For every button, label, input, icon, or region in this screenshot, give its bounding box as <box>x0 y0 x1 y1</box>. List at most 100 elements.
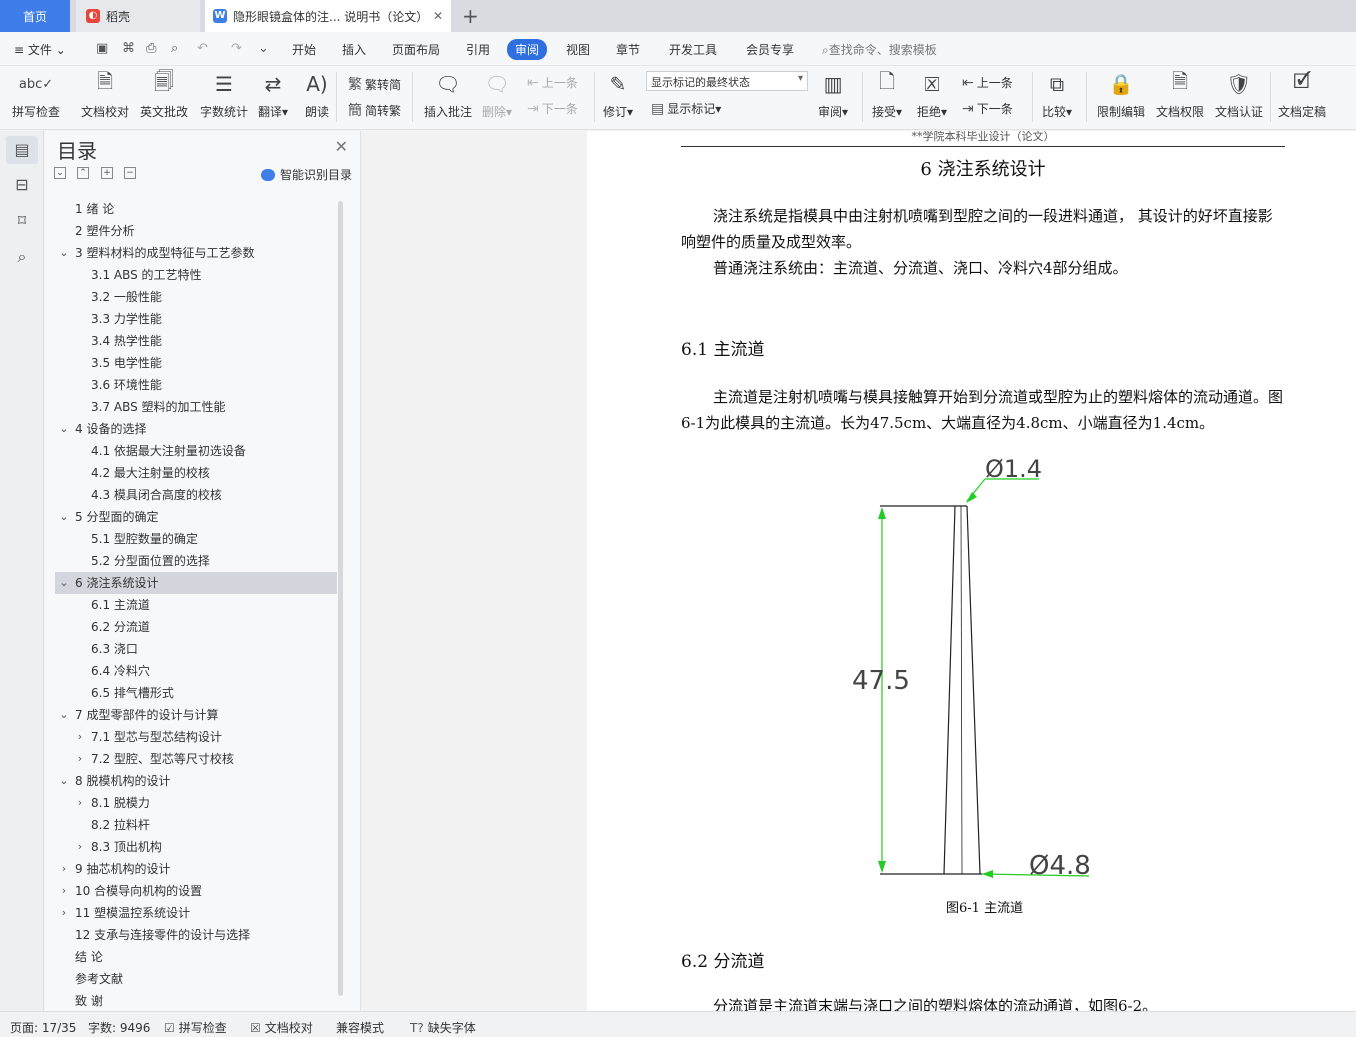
toc-item[interactable]: 5.2 分型面位置的选择 <box>55 550 337 572</box>
toc-item[interactable]: ⌄ 7 成型零部件的设计与计算 <box>55 704 337 726</box>
toc-item[interactable]: 3.7 ABS 塑料的加工性能 <box>55 396 337 418</box>
restrict-edit-button[interactable]: 🔒 限制编辑 <box>1097 70 1145 120</box>
word-count[interactable]: 字数: 9496 <box>88 1019 150 1036</box>
doc-finalize-button[interactable]: 🗹 文档定稿 <box>1278 69 1326 120</box>
insert-comment-button[interactable]: 🗨 插入批注 <box>424 70 472 120</box>
remove-heading-icon[interactable]: − <box>124 167 136 179</box>
chevron-down-icon[interactable]: ⌄ <box>59 704 69 726</box>
reject-button[interactable]: 🗵 拒绝▾ <box>917 70 947 120</box>
toc-scrollbar[interactable] <box>338 201 343 996</box>
collapse-all-icon[interactable]: ⌄ <box>54 167 66 179</box>
chevron-right-icon[interactable]: › <box>75 836 85 858</box>
toc-item[interactable]: 4.1 依据最大注射量初选设备 <box>55 440 337 462</box>
missing-font-status[interactable]: T? 缺失字体 <box>410 1019 476 1036</box>
new-tab-plus-icon[interactable]: + <box>462 4 479 28</box>
toc-item[interactable]: › 8.1 脱模力 <box>55 792 337 814</box>
chevron-down-icon[interactable]: ⌄ <box>59 572 69 594</box>
toc-item[interactable]: 致 谢 <box>55 990 337 1012</box>
word-count-button[interactable]: ☰ 字数统计 <box>200 70 248 120</box>
toc-item[interactable]: 6.1 主流道 <box>55 594 337 616</box>
menu-review[interactable]: 审阅 <box>507 39 548 60</box>
toc-item[interactable]: 5.1 型腔数量的确定 <box>55 528 337 550</box>
menu-vip[interactable]: 会员专享 <box>746 41 794 58</box>
toc-item[interactable]: 3.5 电学性能 <box>55 352 337 374</box>
toc-item[interactable]: 3.2 一般性能 <box>55 286 337 308</box>
toc-item[interactable]: 4.3 模具闭合高度的校核 <box>55 484 337 506</box>
trad-to-simp-button[interactable]: 繁繁转简 <box>348 74 401 94</box>
toc-item[interactable]: 结 论 <box>55 946 337 968</box>
menu-page-layout[interactable]: 页面布局 <box>392 41 440 58</box>
toc-item[interactable]: 3.6 环境性能 <box>55 374 337 396</box>
page-indicator[interactable]: 页面: 17/35 <box>10 1019 76 1036</box>
save-icon[interactable]: ▣ <box>96 41 108 56</box>
next-change-button[interactable]: ⇥ 下一条 <box>962 100 1013 117</box>
proof-status[interactable]: ☒ 文档校对 <box>250 1019 313 1036</box>
show-markup-button[interactable]: ▤ 显示标记 ▾ <box>651 100 721 117</box>
toc-item[interactable]: 2 塑件分析 <box>55 220 337 242</box>
bookmark-icon[interactable]: ⌑ <box>12 211 32 231</box>
close-tab-icon[interactable]: ✕ <box>433 9 443 23</box>
next-comment-button[interactable]: ⇥ 下一条 <box>527 100 578 117</box>
chevron-right-icon[interactable]: › <box>75 726 85 748</box>
document-page[interactable]: **学院本科毕业设计（论文） 6 浇注系统设计 浇注系统是指模具中由注射机喷嘴到… <box>587 131 1356 1011</box>
toc-item[interactable]: 3.4 热学性能 <box>55 330 337 352</box>
toc-item[interactable]: › 9 抽芯机构的设计 <box>55 858 337 880</box>
menu-section[interactable]: 章节 <box>616 41 640 58</box>
menu-references[interactable]: 引用 <box>466 41 490 58</box>
file-menu[interactable]: ≡ 文件 ⌄ <box>14 41 66 58</box>
doc-proof-button[interactable]: 🗎 文档校对 <box>81 69 129 120</box>
tab-document[interactable]: W 隐形眼镜盒体的注... 说明书（论文） ✕ <box>205 0 451 32</box>
chevron-right-icon[interactable]: › <box>59 858 69 880</box>
toc-item[interactable]: 6.4 冷料穴 <box>55 660 337 682</box>
spellcheck-button[interactable]: abc✓ 拼写检查 <box>12 70 60 120</box>
read-aloud-button[interactable]: A) 朗读 <box>304 70 330 120</box>
menu-start[interactable]: 开始 <box>292 41 316 58</box>
prev-comment-button[interactable]: ⇤ 上一条 <box>527 74 578 91</box>
toc-item[interactable]: 12 支承与连接零件的设计与选择 <box>55 924 337 946</box>
close-icon[interactable]: ✕ <box>335 137 348 156</box>
toc-item[interactable]: ⌄ 8 脱模机构的设计 <box>55 770 337 792</box>
add-heading-icon[interactable]: + <box>101 167 113 179</box>
chevron-down-icon[interactable]: ⌄ <box>59 418 69 440</box>
doc-cert-button[interactable]: 🛡 文档认证 <box>1215 70 1263 120</box>
chevron-right-icon[interactable]: › <box>59 902 69 924</box>
toc-item[interactable]: › 10 合模导向机构的设置 <box>55 880 337 902</box>
print-preview-icon[interactable]: ⌕ <box>171 41 178 56</box>
chapter-nav-icon[interactable]: ⊟ <box>12 175 32 195</box>
toc-item[interactable]: 6.2 分流道 <box>55 616 337 638</box>
toc-item[interactable]: 4.2 最大注射量的校核 <box>55 462 337 484</box>
chevron-right-icon[interactable]: › <box>75 748 85 770</box>
spellcheck-status[interactable]: ☑ 拼写检查 <box>164 1019 227 1036</box>
expand-icon[interactable]: ⌃ <box>77 167 89 179</box>
delete-comment-button[interactable]: 🗨 删除▾ <box>482 70 512 120</box>
toc-item[interactable]: 6.5 排气槽形式 <box>55 682 337 704</box>
toc-item[interactable]: › 11 塑模温控系统设计 <box>55 902 337 924</box>
toc-item[interactable]: 3.1 ABS 的工艺特性 <box>55 264 337 286</box>
accept-button[interactable]: 🗋 接受▾ <box>872 69 902 120</box>
print-icon[interactable]: ⎙ <box>146 41 156 56</box>
tab-daoke[interactable]: ◐ 稻壳 <box>76 0 200 32</box>
chevron-down-icon[interactable]: ⌄ <box>59 242 69 264</box>
prev-change-button[interactable]: ⇤ 上一条 <box>962 74 1013 91</box>
chevron-down-icon[interactable]: ⌄ <box>59 770 69 792</box>
menu-developer[interactable]: 开发工具 <box>669 41 717 58</box>
chevron-right-icon[interactable]: › <box>75 792 85 814</box>
english-correct-button[interactable]: 🗐 英文批改 <box>140 69 188 120</box>
markup-state-select[interactable]: 显示标记的最终状态 ▾ <box>646 71 808 91</box>
more-icon[interactable]: ⌄ <box>258 41 269 56</box>
compare-button[interactable]: ⧉ 比较▾ <box>1042 70 1072 120</box>
review-pane-button[interactable]: ▥ 审阅▾ <box>818 70 848 120</box>
doc-permission-button[interactable]: 🗎 文档权限 <box>1156 69 1204 120</box>
toc-item[interactable]: › 7.1 型芯与型芯结构设计 <box>55 726 337 748</box>
smart-toc-button[interactable]: 智能识别目录 <box>261 166 352 183</box>
find-icon[interactable]: ⌕ <box>12 247 32 267</box>
toc-item[interactable]: ⌄ 3 塑料材料的成型特征与工艺参数 <box>55 242 337 264</box>
toc-item[interactable]: › 7.2 型腔、型芯等尺寸校核 <box>55 748 337 770</box>
toc-item[interactable]: 1 绪 论 <box>55 198 337 220</box>
translate-button[interactable]: ⇄ 翻译▾ <box>258 70 288 120</box>
toc-item[interactable]: ⌄ 5 分型面的确定 <box>55 506 337 528</box>
redo-icon[interactable]: ↷ <box>231 41 242 56</box>
simp-to-trad-button[interactable]: 簡简转繁 <box>348 100 401 120</box>
toc-panel-icon[interactable]: ▤ <box>6 136 38 164</box>
track-changes-button[interactable]: ✎ 修订▾ <box>603 70 633 120</box>
